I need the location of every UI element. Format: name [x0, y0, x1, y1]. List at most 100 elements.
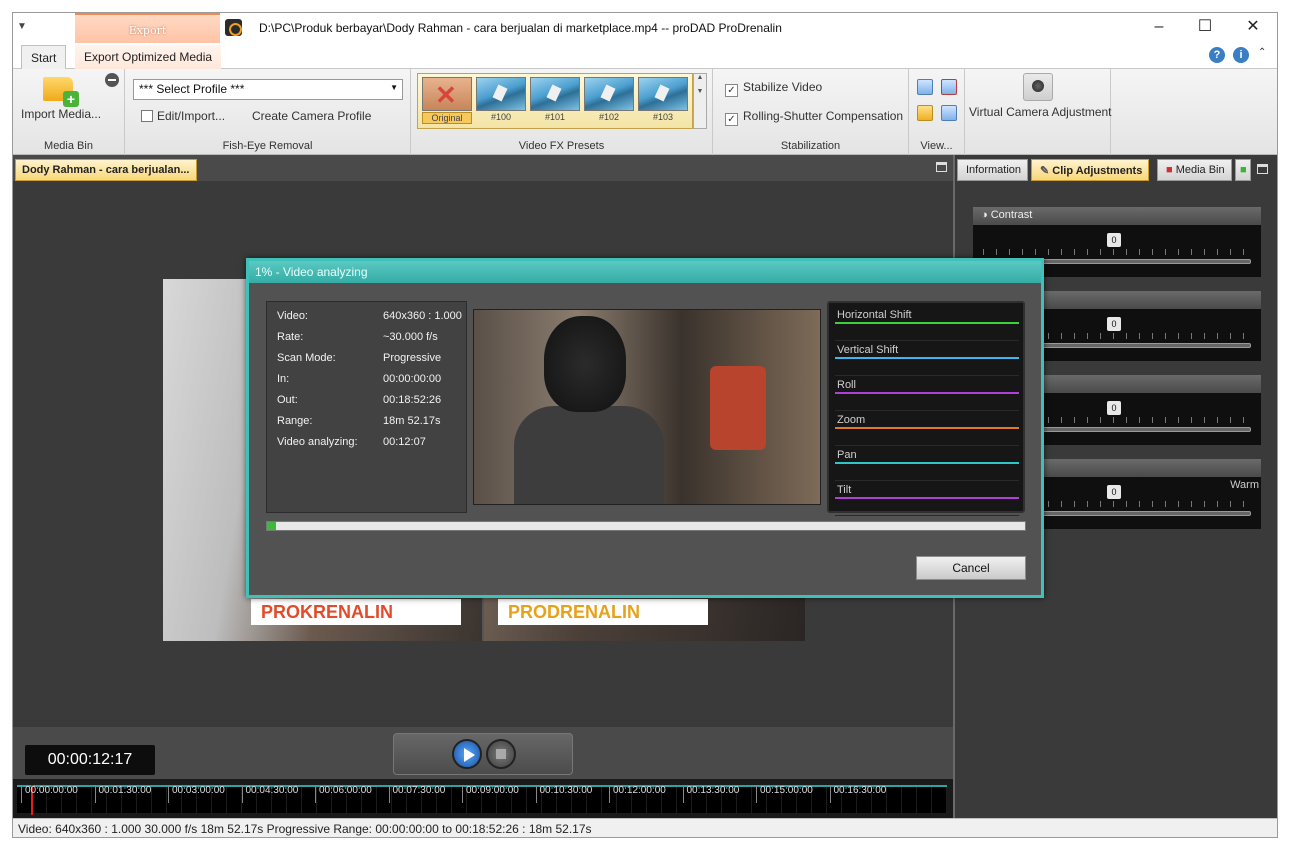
preset-thumbnail [530, 77, 580, 111]
tab-export-optimized-media[interactable]: Export Optimized Media [75, 45, 222, 69]
playback-controls-bar: 00:00:12:17 [13, 727, 953, 779]
group-label-stabilization: Stabilization [780, 140, 841, 152]
graph-row: Pan [835, 447, 1019, 481]
panel-options-icon[interactable]: ■ [1235, 159, 1251, 181]
slider-value[interactable]: 0 [1107, 233, 1121, 247]
create-camera-profile-button[interactable]: Create Camera Profile [252, 109, 371, 123]
info-label: Video: [277, 310, 308, 322]
preset-original[interactable]: Original [422, 77, 472, 125]
help-icon[interactable]: ? [1209, 47, 1225, 63]
slider-value[interactable]: 0 [1107, 401, 1121, 415]
rolling-shutter-checkbox[interactable]: ✓ Rolling-Shutter Compensation [725, 109, 903, 126]
tab-media-bin[interactable]: ■ Media Bin [1157, 159, 1232, 181]
tab-start[interactable]: Start [21, 45, 67, 69]
edit-icon [141, 110, 153, 122]
edit-import-label: Edit/Import... [157, 109, 226, 123]
tab-clip-adjustments-label: Clip Adjustments [1052, 165, 1143, 177]
minimize-button[interactable]: – [1141, 17, 1177, 39]
preset-103[interactable]: #103 [638, 77, 688, 125]
timeline-tick-label: 00:16:30:00 [829, 785, 886, 803]
collapse-ribbon-icon[interactable]: ⌃ [1258, 47, 1266, 58]
preset-102[interactable]: #102 [584, 77, 634, 125]
stabilize-video-label: Stabilize Video [743, 80, 823, 94]
timeline-tick-label: 00:15:00:00 [756, 785, 813, 803]
close-button[interactable]: ✕ [1235, 17, 1271, 39]
media-bin-icon: ■ [1166, 164, 1176, 176]
wrench-icon: ✎ [1040, 165, 1053, 177]
stop-button[interactable] [486, 739, 516, 769]
preset-label: #103 [652, 112, 674, 122]
info-label: Video analyzing: [277, 436, 358, 448]
adjust-header: ◑ Contrast [973, 207, 1261, 225]
timeline[interactable]: 00:00:00:00 00:01:30:00 00:03:00:00 00:04:3… [13, 779, 953, 818]
import-media-button[interactable]: Import Media... [21, 107, 101, 121]
preset-101[interactable]: #101 [530, 77, 580, 125]
profile-value: *** Select Profile *** [139, 82, 245, 96]
graph-row: Roll [835, 377, 1019, 411]
maximize-panel-icon[interactable] [936, 162, 947, 172]
dialog-title: 1% - Video analyzing [249, 261, 1041, 283]
transport-controls [393, 733, 573, 775]
timeline-tick-label: 00:13:30:00 [682, 785, 739, 803]
info-row: Rate: ~30.000 f/s [277, 331, 438, 343]
quick-access-menu-icon[interactable]: ▼ [17, 21, 27, 32]
info-row: Out: 00:18:52:26 [277, 394, 441, 406]
timeline-tick-label: 00:10:30:00 [535, 785, 592, 803]
close-view-icon[interactable] [941, 79, 957, 95]
export-context-tab-group[interactable]: Export [75, 13, 220, 43]
info-label: Rate: [277, 331, 304, 343]
analysis-progress-bar [266, 521, 1026, 531]
edit-import-button[interactable]: Edit/Import... [141, 109, 225, 123]
virtual-camera-adjustment-button[interactable]: Virtual Camera Adjustment [969, 105, 1112, 119]
info-value: 00:12:07 [383, 436, 426, 448]
import-media-icon[interactable] [43, 77, 79, 107]
slider-value[interactable]: 0 [1107, 485, 1121, 499]
single-view-icon[interactable] [941, 105, 957, 121]
info-icon[interactable]: i [1233, 47, 1249, 63]
timeline-tick-label: 00:00:00:00 [21, 785, 78, 803]
checkbox-box: ✓ [725, 84, 738, 97]
rolling-shutter-label: Rolling-Shutter Compensation [743, 109, 904, 123]
window-title: D:\PC\Produk berbayar\Dody Rahman - cara… [259, 21, 782, 35]
analyzing-preview [473, 309, 821, 505]
graph-row: Zoom [835, 412, 1019, 446]
stabilize-video-checkbox[interactable]: ✓ Stabilize Video [725, 80, 822, 97]
graph-line [835, 462, 1019, 464]
watermark-logo-right: PRODRENALIN [498, 599, 708, 625]
graph-label: Tilt [837, 484, 852, 496]
preset-label: #102 [598, 112, 620, 122]
tab-clip-adjustments[interactable]: ✎ Clip Adjustments [1031, 159, 1150, 181]
timeline-tick-label: 00:12:00:00 [609, 785, 666, 803]
monitor-view-icon[interactable] [917, 79, 933, 95]
timeline-tick-label: 00:09:00:00 [462, 785, 519, 803]
cancel-button[interactable]: Cancel [916, 556, 1026, 580]
graph-line [835, 392, 1019, 394]
info-value: 18m 52.17s [383, 415, 441, 427]
tab-information[interactable]: Information [957, 159, 1029, 181]
tab-information-label: Information [966, 164, 1022, 176]
slider-value[interactable]: 0 [1107, 317, 1121, 331]
timeline-tick-label: 00:01:30:00 [94, 785, 151, 803]
app-window: ▼ Export D:\PC\Produk berbayar\Dody Rahm… [12, 12, 1278, 838]
status-bar: Video: 640x360 : 1.000 30.000 f/s 18m 52… [13, 818, 1277, 837]
preset-100[interactable]: #100 [476, 77, 526, 125]
maximize-right-panel-icon[interactable] [1257, 164, 1268, 174]
info-label: Range: [277, 415, 313, 427]
camera-icon[interactable] [1023, 73, 1053, 101]
select-profile-dropdown[interactable]: *** Select Profile *** ▼ [133, 79, 403, 100]
video-info-box: Video: 640x360 : 1.000 Rate: ~30.000 f/s Sca… [266, 301, 467, 513]
preset-thumbnail [476, 77, 526, 111]
split-view-icon[interactable] [917, 105, 933, 121]
remove-icon[interactable] [105, 73, 119, 87]
play-button[interactable] [452, 739, 482, 769]
group-label-view: View... [920, 140, 953, 152]
graph-row: Vertical Shift [835, 342, 1019, 376]
right-panel-tabs: Information ✎ Clip Adjustments ■ Media B… [955, 159, 1277, 181]
document-tab[interactable]: Dody Rahman - cara berjualan... [15, 159, 197, 181]
maximize-button[interactable]: ☐ [1187, 17, 1223, 39]
graph-label: Zoom [837, 414, 866, 426]
graph-label: Vertical Shift [837, 344, 899, 356]
timecode-display: 00:00:12:17 [25, 745, 155, 775]
preset-thumbnail [422, 77, 472, 111]
presets-scrollbar[interactable]: ▲ ▼ [693, 73, 707, 129]
